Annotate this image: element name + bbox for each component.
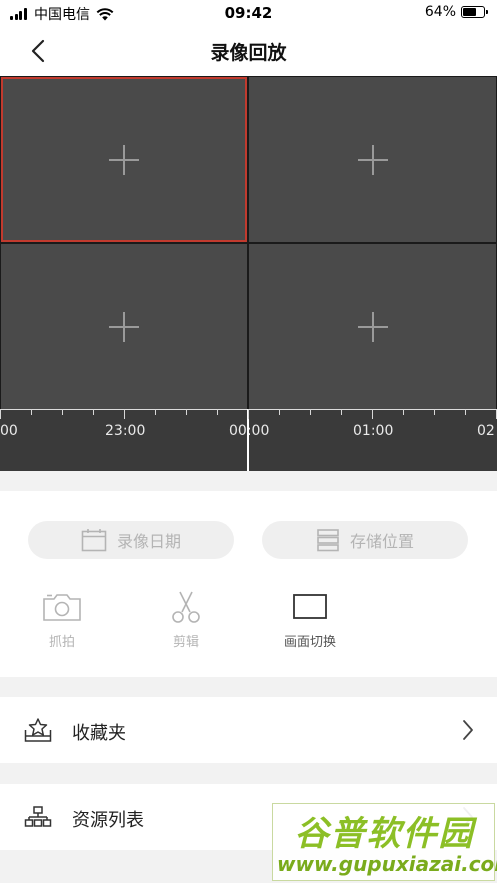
timeline-tick (279, 409, 280, 415)
timeline-label: 00 (0, 423, 18, 439)
record-date-label: 录像日期 (116, 532, 181, 551)
plus-icon (109, 144, 139, 175)
switch-view-label: 画面切换 (283, 635, 336, 650)
timeline-tick (310, 409, 311, 415)
favorites-row[interactable]: 收藏夹 (0, 697, 497, 763)
video-cell-2[interactable] (249, 77, 496, 242)
battery-icon (461, 6, 488, 18)
storage-location-label: 存储位置 (349, 532, 414, 551)
page-title: 录像回放 (210, 42, 287, 64)
storage-icon (317, 529, 339, 552)
resource-list-label: 资源列表 (72, 810, 144, 831)
chevron-right-icon (463, 720, 473, 740)
timeline-label: 02 (477, 423, 495, 439)
clip-label: 剪辑 (172, 635, 199, 650)
favorites-label: 收藏夹 (72, 723, 126, 744)
timeline-label: 01:00 (353, 423, 394, 439)
switch-view-button[interactable]: 画面切换 (275, 589, 345, 650)
scissors-icon (172, 591, 200, 623)
timeline-tick (217, 409, 218, 415)
storage-location-button[interactable]: 存储位置 (262, 521, 468, 559)
timeline-tick (434, 409, 435, 415)
timeline-tick (93, 409, 94, 415)
timeline-tick (341, 409, 342, 415)
watermark-url: www.gupuxiazai.com (277, 852, 497, 876)
timeline-label: 23:00 (105, 423, 146, 439)
timeline-tick (0, 409, 1, 419)
timeline-tick (186, 409, 187, 415)
favorites-icon (24, 718, 52, 742)
clip-button[interactable]: 剪辑 (151, 589, 221, 650)
timeline-tick (124, 409, 125, 419)
calendar-icon (81, 529, 107, 552)
timeline-scrubber[interactable]: 00 23:00 00:00 01:00 02 (0, 409, 497, 471)
video-cell-3[interactable] (1, 244, 247, 409)
camera-icon (43, 594, 81, 621)
battery-fill (463, 8, 476, 16)
timeline-tick (248, 409, 249, 419)
timeline-tick (62, 409, 63, 415)
status-bar: 中国电信 09:42 64% (0, 0, 497, 26)
watermark-logo: 谷普软件园 www.gupuxiazai.com (272, 803, 497, 881)
plus-icon (357, 311, 388, 342)
snapshot-button[interactable]: 抓拍 (27, 589, 97, 650)
battery-percent: 64% (424, 4, 456, 20)
timeline-tick (403, 409, 404, 415)
org-tree-icon (24, 806, 52, 827)
timeline-tick (31, 409, 32, 415)
record-date-button[interactable]: 录像日期 (28, 521, 234, 559)
timeline-tick (372, 409, 373, 419)
single-screen-icon (293, 594, 327, 619)
status-right: 64% (424, 4, 488, 20)
timeline-tick (465, 409, 466, 415)
nav-bar: 录像回放 (0, 26, 497, 76)
timeline-label: 00:00 (229, 423, 270, 439)
video-cell-1[interactable] (1, 77, 247, 242)
snapshot-label: 抓拍 (48, 635, 75, 650)
controls-panel: 录像日期 存储位置 抓拍 剪辑 画面切换 (0, 491, 497, 677)
watermark-title: 谷普软件园 (294, 814, 475, 854)
clock: 09:42 (224, 4, 273, 22)
plus-icon (357, 144, 388, 175)
timeline-tick (155, 409, 156, 415)
video-cell-4[interactable] (249, 244, 496, 409)
plus-icon (109, 311, 139, 342)
video-grid (0, 76, 497, 409)
